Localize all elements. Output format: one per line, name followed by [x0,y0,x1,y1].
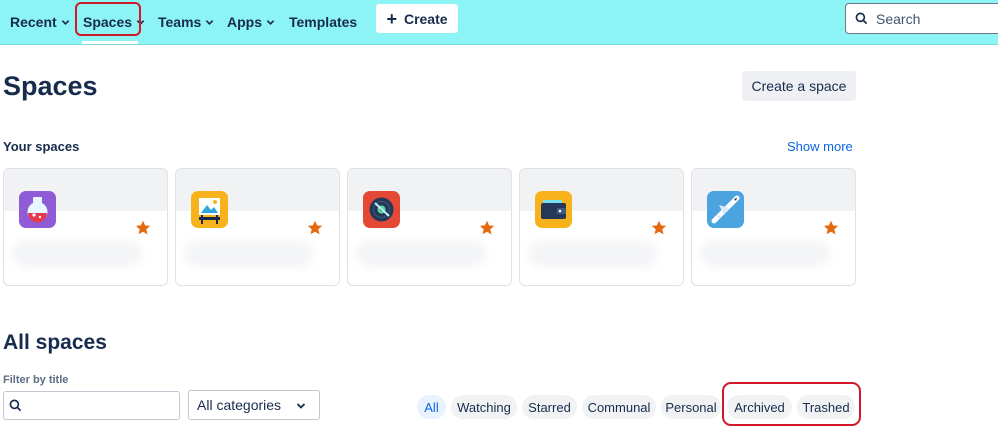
space-name-placeholder [184,241,314,267]
search-input[interactable]: Search [845,3,998,34]
space-name-placeholder [12,241,142,267]
tab-starred[interactable]: Starred [522,395,577,419]
star-icon[interactable] [135,220,151,236]
category-select-value: All categories [197,397,282,413]
chevron-down-icon [206,19,214,25]
star-icon[interactable] [823,220,839,236]
archived-trashed-highlight-annotation [722,382,861,426]
your-spaces-heading: Your spaces [3,139,80,154]
nav-templates-label: Templates [289,14,358,30]
easel-painting-icon [191,191,228,228]
nav-apps[interactable]: Apps [227,10,275,34]
create-button[interactable]: + Create [376,4,458,33]
page-title: Spaces [3,71,98,101]
filter-title-input[interactable] [3,391,180,420]
space-name-placeholder [356,241,486,267]
space-card[interactable] [3,168,168,286]
tab-personal[interactable]: Personal [661,395,721,419]
top-navigation: Recent Spaces Teams Apps Templates + Cre… [0,0,998,45]
search-icon [9,399,22,412]
star-icon[interactable] [479,220,495,236]
chevron-down-icon [61,19,69,25]
space-card[interactable] [519,168,684,286]
tab-watching[interactable]: Watching [451,395,517,419]
star-icon[interactable] [307,220,323,236]
star-icon[interactable] [651,220,667,236]
chevron-down-icon [296,403,306,409]
create-space-button[interactable]: Create a space [742,71,856,101]
wallet-icon [535,191,572,228]
space-name-placeholder [528,241,658,267]
search-placeholder: Search [876,10,921,27]
show-more-link[interactable]: Show more [787,139,853,154]
create-button-label: Create [403,10,448,27]
nav-recent-label: Recent [10,14,57,30]
plus-icon: + [386,8,397,29]
nav-templates[interactable]: Templates [289,10,357,34]
space-card[interactable] [175,168,340,286]
space-card[interactable] [347,168,512,286]
nav-active-indicator [82,41,138,44]
nav-apps-label: Apps [227,14,262,30]
nav-teams-label: Teams [158,14,202,30]
potion-flask-icon [19,191,56,228]
vinyl-disc-icon [363,191,400,228]
tab-all[interactable]: All [417,395,446,419]
space-card[interactable] [691,168,856,286]
category-select[interactable]: All categories [188,390,320,420]
airplane-icon [707,191,744,228]
space-name-placeholder [700,241,830,267]
chevron-down-icon [266,19,275,25]
nav-recent[interactable]: Recent [10,10,70,34]
all-spaces-heading: All spaces [3,331,107,354]
nav-teams[interactable]: Teams [158,10,214,34]
search-icon [855,12,868,25]
filter-by-title-label: Filter by title [3,374,69,386]
spaces-highlight-annotation [75,2,141,36]
tab-communal[interactable]: Communal [582,395,656,419]
